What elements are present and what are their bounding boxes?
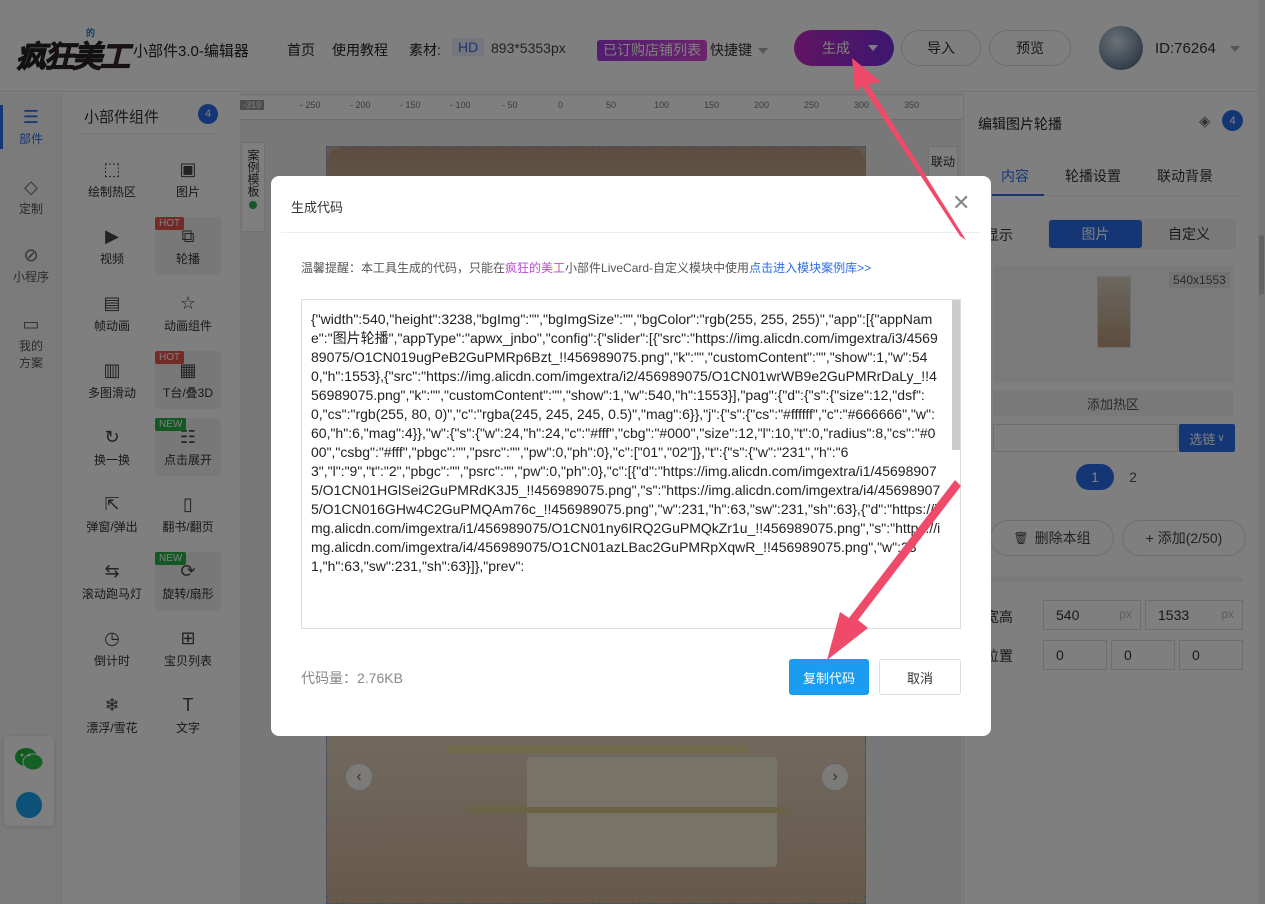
code-size: 代码量：2.76KB [301,670,403,686]
generate-code-dialog: 生成代码 ✕ 温馨提醒：本工具生成的代码，只能在疯狂的美工小部件LiveCard… [271,176,991,736]
cancel-button[interactable]: 取消 [879,659,961,695]
tip-prefix: 温馨提醒：本工具生成的代码，只能在 [301,261,506,275]
code-textarea[interactable]: {"width":540,"height":3238,"bgImg":"","b… [301,299,961,629]
code-scrollbar-thumb[interactable] [952,300,960,450]
close-icon[interactable]: ✕ [952,192,970,214]
dialog-title: 生成代码 [291,200,344,215]
tip-middle: 小部件LiveCard-自定义模块中使用 [565,261,750,275]
generated-code: {"width":540,"height":3238,"bgImg":"","b… [311,311,941,574]
usage-tip: 温馨提醒：本工具生成的代码，只能在疯狂的美工小部件LiveCard-自定义模块中… [301,259,871,276]
divider [281,232,981,233]
tip-brand-link[interactable]: 疯狂的美工 [505,261,565,275]
copy-code-button[interactable]: 复制代码 [789,659,869,695]
case-library-link[interactable]: 点击进入模块案例库>> [749,261,871,275]
